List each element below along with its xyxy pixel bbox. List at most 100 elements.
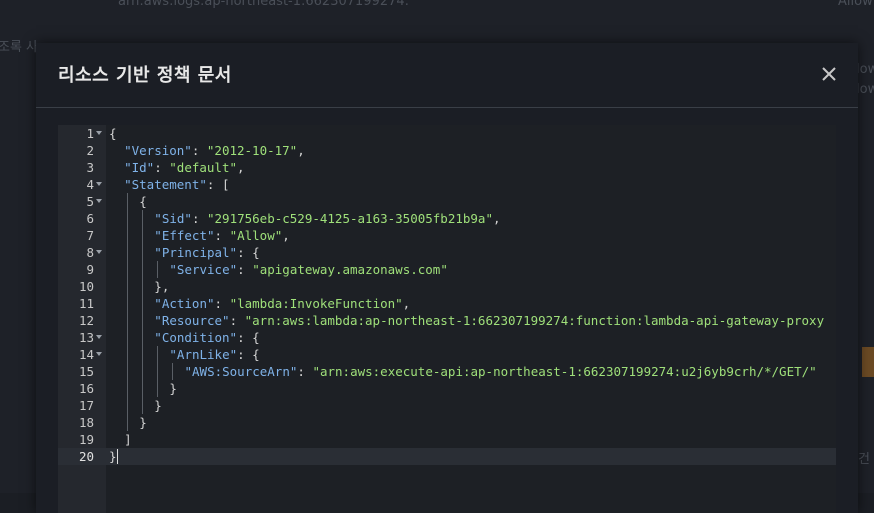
background-right-text-2: low [856, 82, 874, 97]
code-text: } [109, 448, 118, 465]
line-number: 1 [86, 126, 94, 141]
code-line: 20} [58, 448, 836, 465]
code-line: 12 "Resource": "arn:aws:lambda:ap-northea… [58, 312, 836, 329]
json-key: "AWS:SourceArn" [184, 364, 298, 379]
code-editor[interactable]: 1{2 "Version": "2012-10-17", 3 "Id": "defau… [58, 125, 836, 513]
json-string: "arn:aws:lambda:ap-northeast-1:662307199… [244, 313, 825, 328]
code-text: }, [154, 278, 169, 295]
code-text: "Version": "2012-10-17", [124, 142, 305, 159]
json-string: "Allow" [229, 228, 283, 243]
close-icon[interactable] [818, 63, 840, 85]
json-punctuation: : [214, 296, 230, 311]
json-string: "default" [169, 160, 237, 175]
line-number: 9 [86, 262, 94, 277]
fold-toggle-icon[interactable] [96, 199, 102, 203]
line-number: 6 [86, 211, 94, 226]
indent-guide [142, 210, 144, 414]
fold-toggle-icon[interactable] [96, 352, 102, 356]
code-line: 14 "ArnLike": { [58, 346, 836, 363]
json-punctuation: : [ [206, 177, 230, 192]
line-number: 12 [78, 313, 94, 328]
json-punctuation: : [237, 262, 253, 277]
code-line: 19] [58, 431, 836, 448]
code-line: 1{ [58, 125, 836, 142]
json-punctuation: , [282, 228, 290, 243]
code-line: 8 "Principal": { [58, 244, 836, 261]
background-orange-button [862, 347, 874, 377]
json-key: "Service" [169, 262, 238, 277]
json-punctuation: , [402, 296, 411, 311]
line-number: 19 [78, 432, 94, 447]
json-punctuation: , [297, 143, 305, 158]
code-text: "Resource": "arn:aws:lambda:ap-northeast… [154, 312, 824, 329]
code-line: 3 "Id": "default", [58, 159, 836, 176]
json-punctuation: : [214, 228, 230, 243]
line-number: 7 [86, 228, 94, 243]
code-text: "Sid": "291756eb-c529-4125-a163-35005fb2… [154, 210, 500, 227]
json-punctuation: : [297, 364, 313, 379]
json-key: "Statement" [124, 177, 207, 192]
code-line: 9 "Service": "apigateway.amazonaws.com" [58, 261, 836, 278]
line-number: 3 [86, 160, 94, 175]
line-number: 11 [78, 296, 94, 311]
code-text: } [169, 380, 177, 397]
code-text: "Service": "apigateway.amazonaws.com" [169, 261, 447, 278]
modal-title: 리소스 기반 정책 문서 [58, 65, 232, 86]
json-key: "Resource" [154, 313, 230, 328]
code-line: 18} [58, 414, 836, 431]
background-arn-text: arn:aws:logs:ap-northeast-1:662307199274… [118, 0, 410, 9]
json-punctuation: } [169, 381, 177, 396]
code-line: 10}, [58, 278, 836, 295]
fold-toggle-icon[interactable] [96, 182, 102, 186]
json-key: "Id" [124, 160, 155, 175]
code-text: { [139, 193, 147, 210]
code-line: 4 "Statement": [ [58, 176, 836, 193]
code-line: 13 "Condition": { [58, 329, 836, 346]
json-string: "arn:aws:execute-api:ap-northeast-1:6623… [312, 364, 817, 379]
code-text: } [154, 397, 162, 414]
code-text: "Action": "lambda:InvokeFunction", [154, 295, 410, 312]
fold-toggle-icon[interactable] [96, 335, 102, 339]
json-string: "lambda:InvokeFunction" [229, 296, 403, 311]
line-number: 10 [78, 279, 94, 294]
background-right-text-1: low [856, 62, 874, 77]
json-punctuation: : [191, 143, 207, 158]
json-punctuation: : { [237, 330, 260, 345]
line-number: 17 [78, 398, 94, 413]
code-line: 6 "Sid": "291756eb-c529-4125-a163-35005fb… [58, 210, 836, 227]
line-number: 2 [86, 143, 94, 158]
background-allow-text: Allow [838, 0, 873, 9]
fold-toggle-icon[interactable] [96, 250, 102, 254]
json-key: "Condition" [154, 330, 238, 345]
json-punctuation: : [191, 211, 207, 226]
json-key: "Action" [154, 296, 215, 311]
line-number: 14 [78, 347, 94, 362]
json-key: "Effect" [154, 228, 215, 243]
code-text: { [109, 125, 117, 142]
code-line: 5{ [58, 193, 836, 210]
line-number: 20 [78, 449, 94, 464]
background-bottom-right-text: 건 [858, 452, 870, 467]
line-number: 8 [86, 245, 94, 260]
indent-guide [157, 261, 159, 278]
code-line: 7 "Effect": "Allow", [58, 227, 836, 244]
json-string: "2012-10-17" [206, 143, 298, 158]
policy-document-modal: 리소스 기반 정책 문서 1{2 "Version": "2012-10-17",… [36, 43, 858, 513]
json-punctuation: } [139, 415, 147, 430]
code-line: 17} [58, 397, 836, 414]
json-punctuation: : { [237, 245, 260, 260]
text-cursor [116, 449, 118, 464]
code-text: } [139, 414, 147, 431]
json-punctuation: { [109, 126, 117, 141]
modal-header: 리소스 기반 정책 문서 [36, 43, 858, 108]
json-punctuation: { [139, 194, 147, 209]
code-line: 16} [58, 380, 836, 397]
json-punctuation: }, [154, 279, 170, 294]
code-text: "AWS:SourceArn": "arn:aws:execute-api:ap… [185, 363, 817, 380]
code-text: "Id": "default", [124, 159, 244, 176]
json-key: "Sid" [154, 211, 192, 226]
json-key: "Version" [124, 143, 192, 158]
fold-toggle-icon[interactable] [96, 131, 102, 135]
code-text: "ArnLike": { [169, 346, 259, 363]
code-line: 15 "AWS:SourceArn": "arn:aws:execute-api:… [58, 363, 836, 380]
